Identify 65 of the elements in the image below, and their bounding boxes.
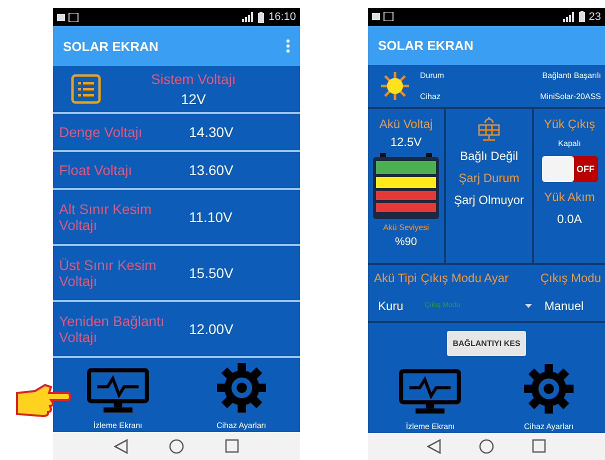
status-time: 23 <box>588 10 601 23</box>
gear-icon <box>216 363 266 413</box>
more-menu-icon[interactable] <box>286 39 290 53</box>
setting-label: Denge Voltajı <box>59 124 144 140</box>
system-voltage-value: 12V <box>180 91 206 107</box>
caret-icon <box>525 304 532 308</box>
setting-value: 15.50V <box>189 265 234 281</box>
nav-item[interactable]: Cihaz Ayarları <box>524 364 574 431</box>
setting-value: 12.00V <box>189 321 234 337</box>
panel-status: Bağlı Değil <box>460 148 518 163</box>
setting-value: 11.10V <box>189 209 232 225</box>
setting-label: Yeniden Bağlantı Voltajı <box>59 313 166 345</box>
setting-label: Çıkış Modu <box>540 270 601 285</box>
nav-item[interactable]: Cihaz Ayarları <box>216 363 266 430</box>
setting-value: 14.30V <box>189 124 234 140</box>
setting-label: Üst Sınır Kesim Voltajı <box>59 257 158 289</box>
load-output-label: Yük Çıkış <box>544 116 596 131</box>
nav-item[interactable]: İzleme Ekranı <box>399 368 462 431</box>
monitor-icon <box>399 368 462 414</box>
battery-voltage-value: 12.5V <box>390 134 422 149</box>
status-time: 16:10 <box>268 11 296 23</box>
system-voltage-label: Sistem Voltajı <box>151 71 236 87</box>
sun-icon <box>380 70 410 101</box>
gear-icon <box>524 364 574 414</box>
load-current-value: 0.0A <box>557 212 582 226</box>
load-current-label: Yük Akım <box>544 190 595 204</box>
battery-level-label: Akü Seviyesi <box>383 222 429 232</box>
battery-icon <box>578 11 585 22</box>
notification-icon <box>57 12 79 22</box>
recents-icon[interactable] <box>225 439 240 453</box>
solar-panel-icon <box>476 116 502 141</box>
setting-value: Kuru <box>377 298 404 313</box>
monitor-icon <box>86 368 149 413</box>
charge-status-value: Şarj Olmuyor <box>454 192 524 207</box>
setting-value: 13.60V <box>189 162 234 178</box>
home-icon[interactable] <box>479 438 494 454</box>
info-value: Bağlantı Başarılı <box>541 70 601 80</box>
info-label: Durum <box>420 70 444 80</box>
signal-icon <box>562 12 575 22</box>
pointing-hand-icon <box>15 383 71 417</box>
info-value: MiniSolar-20ASS <box>539 92 601 101</box>
signal-icon <box>242 12 254 22</box>
app-title: SOLAR EKRAN <box>63 38 158 54</box>
disconnect-button[interactable]: BAĞLANTIYI KES <box>446 330 526 356</box>
setting-label: Çıkış Modu Ayar <box>420 270 510 285</box>
back-icon[interactable] <box>114 438 128 454</box>
home-icon[interactable] <box>168 438 184 454</box>
battery-level-value: %90 <box>394 236 418 248</box>
load-switch[interactable]: OFF <box>542 156 598 182</box>
setting-value: Manuel <box>543 298 585 313</box>
notification-icon <box>372 12 394 22</box>
charge-status-label: Şarj Durum <box>458 170 520 185</box>
back-icon[interactable] <box>427 438 441 454</box>
battery-icon <box>258 12 264 22</box>
list-icon <box>71 74 101 104</box>
load-output-state: Kapalı <box>558 138 581 148</box>
nav-item[interactable]: İzleme Ekranı <box>86 368 149 430</box>
setting-label: Float Voltajı <box>59 162 134 178</box>
setting-label: Alt Sınır Kesim Voltajı <box>59 201 153 233</box>
app-title: SOLAR EKRAN <box>378 38 474 53</box>
battery-drawing <box>372 152 440 219</box>
recents-icon[interactable] <box>532 439 546 454</box>
info-label: Cihaz <box>420 92 442 101</box>
battery-voltage-label: Akü Voltaj <box>379 116 433 131</box>
setting-label: Akü Tipi <box>374 270 417 285</box>
